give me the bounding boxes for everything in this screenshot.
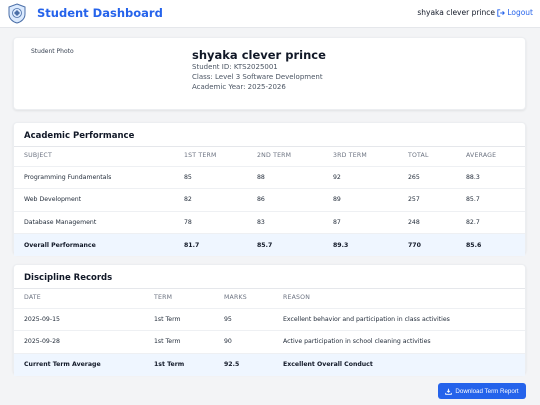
average-cell: 88.3 <box>466 165 525 189</box>
column-header: 2ND TERM <box>257 152 292 160</box>
score-cell: 78 <box>184 210 257 234</box>
student-class: Class: Level 3 Software Development <box>192 73 323 81</box>
logout-button[interactable]: Logout <box>497 8 533 17</box>
summary-label-cell: Current Term Average <box>14 352 154 376</box>
subject-cell: Database Management <box>14 210 184 234</box>
table-row: 2025-09-28 1st Term 90 Active participat… <box>14 330 525 353</box>
table-header-row: SUBJECT 1ST TERM 2ND TERM 3RD TERM TOTAL… <box>14 146 525 166</box>
average-cell: 82.7 <box>466 210 525 234</box>
table-row: 2025-09-15 1st Term 95 Excellent behavio… <box>14 307 525 331</box>
total-cell: 257 <box>408 188 466 211</box>
table-row: Web Development 82 86 89 257 85.7 <box>14 188 525 211</box>
download-label: Download Term Report <box>455 387 519 395</box>
app-title: Student Dashboard <box>37 6 163 20</box>
student-photo: Student Photo <box>31 48 74 55</box>
date-cell: 2025-09-28 <box>14 330 154 353</box>
summary-cell: 770 <box>408 233 466 256</box>
column-header: AVERAGE <box>466 152 497 160</box>
summary-cell: 89.3 <box>333 233 408 256</box>
summary-label-cell: Overall Performance <box>14 233 184 256</box>
academic-year: Academic Year: 2025-2026 <box>192 83 286 91</box>
summary-cell: 92.5 <box>224 352 283 376</box>
performance-table: SUBJECT 1ST TERM 2ND TERM 3RD TERM TOTAL… <box>14 146 525 256</box>
column-header: 1ST TERM <box>184 152 217 160</box>
download-icon <box>445 388 453 395</box>
school-crest-icon <box>8 3 26 24</box>
marks-cell: 90 <box>224 330 283 353</box>
student-id: Student ID: KTS2025001 <box>192 63 278 71</box>
total-cell: 265 <box>408 165 466 189</box>
logout-label: Logout <box>507 8 533 17</box>
download-term-report-button[interactable]: Download Term Report <box>438 383 526 399</box>
score-cell: 87 <box>333 210 408 234</box>
total-cell: 248 <box>408 210 466 234</box>
current-user-name: shyaka clever prince <box>417 8 495 17</box>
section-title: Discipline Records <box>24 273 113 283</box>
subject-cell: Web Development <box>14 188 184 211</box>
score-cell: 83 <box>257 210 333 234</box>
score-cell: 92 <box>333 165 408 189</box>
student-name: shyaka clever prince <box>192 48 326 62</box>
column-header: TERM <box>154 294 173 302</box>
summary-cell: 81.7 <box>184 233 257 256</box>
discipline-table: DATE TERM MARKS REASON 2025-09-15 1st Te… <box>14 288 525 376</box>
academic-performance-card: Academic Performance SUBJECT 1ST TERM 2N… <box>13 122 526 256</box>
marks-cell: 95 <box>224 307 283 331</box>
column-header: SUBJECT <box>24 152 52 160</box>
top-header: Student Dashboard shyaka clever prince L… <box>0 0 540 28</box>
student-profile-card: Student Photo shyaka clever prince Stude… <box>13 37 526 110</box>
average-cell: 85.7 <box>466 188 525 211</box>
column-header: REASON <box>283 294 311 302</box>
score-cell: 88 <box>257 165 333 189</box>
column-header: 3RD TERM <box>333 152 367 160</box>
score-cell: 82 <box>184 188 257 211</box>
section-title: Academic Performance <box>24 131 135 141</box>
date-cell: 2025-09-15 <box>14 307 154 331</box>
logout-icon <box>497 8 506 17</box>
summary-cell: 1st Term <box>154 352 224 376</box>
current-term-average-row: Current Term Average 1st Term 92.5 Excel… <box>14 352 525 376</box>
column-header: TOTAL <box>408 152 429 160</box>
subject-cell: Programming Fundamentals <box>14 165 184 189</box>
score-cell: 86 <box>257 188 333 211</box>
summary-cell: Excellent Overall Conduct <box>283 352 525 376</box>
term-cell: 1st Term <box>154 307 224 331</box>
term-cell: 1st Term <box>154 330 224 353</box>
overall-performance-row: Overall Performance 81.7 85.7 89.3 770 8… <box>14 233 525 256</box>
table-row: Database Management 78 83 87 248 82.7 <box>14 210 525 234</box>
score-cell: 85 <box>184 165 257 189</box>
reason-cell: Active participation in school cleaning … <box>283 330 525 353</box>
table-row: Programming Fundamentals 85 88 92 265 88… <box>14 165 525 189</box>
column-header: MARKS <box>224 294 247 302</box>
summary-cell: 85.7 <box>257 233 333 256</box>
reason-cell: Excellent behavior and participation in … <box>283 307 525 331</box>
column-header: DATE <box>24 294 41 302</box>
score-cell: 89 <box>333 188 408 211</box>
discipline-records-card: Discipline Records DATE TERM MARKS REASO… <box>13 264 526 376</box>
summary-cell: 85.6 <box>466 233 525 256</box>
table-header-row: DATE TERM MARKS REASON <box>14 288 525 308</box>
